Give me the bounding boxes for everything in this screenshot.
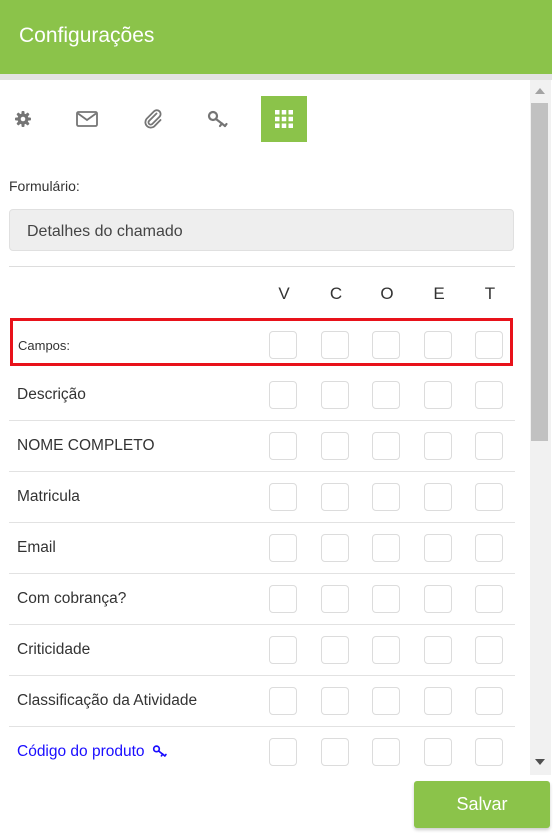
campos-label: Campos: — [18, 338, 71, 353]
divider — [9, 266, 515, 267]
column-header-c: C — [329, 284, 343, 303]
checkbox-campos-t[interactable] — [475, 331, 503, 359]
key-icon — [152, 744, 168, 763]
header: Configurações — [0, 0, 552, 74]
checkbox-o[interactable] — [372, 738, 400, 766]
checkbox-t[interactable] — [475, 687, 503, 715]
checkbox-c[interactable] — [321, 381, 349, 409]
page-title: Configurações — [19, 24, 155, 47]
checkbox-c[interactable] — [321, 738, 349, 766]
checkbox-c[interactable] — [321, 585, 349, 613]
column-header-t: T — [484, 284, 496, 303]
field-label: Criticidade — [17, 641, 91, 658]
field-label-link[interactable]: Código do produto — [17, 743, 168, 763]
envelope-icon — [76, 110, 98, 128]
checkbox-c[interactable] — [321, 687, 349, 715]
form-label: Formulário: — [9, 178, 80, 194]
checkbox-v[interactable] — [269, 636, 297, 664]
checkbox-campos-e[interactable] — [424, 331, 452, 359]
checkbox-v[interactable] — [269, 738, 297, 766]
checkbox-e[interactable] — [424, 432, 452, 460]
gear-icon — [13, 109, 33, 129]
checkbox-v[interactable] — [269, 483, 297, 511]
checkbox-c[interactable] — [321, 432, 349, 460]
checkbox-t[interactable] — [475, 585, 503, 613]
checkbox-o[interactable] — [372, 432, 400, 460]
checkbox-t[interactable] — [475, 738, 503, 766]
checkbox-e[interactable] — [424, 738, 452, 766]
tab-permissions[interactable] — [195, 96, 241, 142]
field-link-text: Código do produto — [17, 743, 145, 760]
checkbox-o[interactable] — [372, 636, 400, 664]
scroll-down-arrow-icon[interactable] — [535, 759, 545, 765]
paperclip-icon — [143, 108, 163, 130]
checkbox-t[interactable] — [475, 636, 503, 664]
checkbox-o[interactable] — [372, 585, 400, 613]
checkbox-t[interactable] — [475, 534, 503, 562]
checkbox-c[interactable] — [321, 636, 349, 664]
checkbox-v[interactable] — [269, 687, 297, 715]
checkbox-e[interactable] — [424, 636, 452, 664]
field-label: NOME COMPLETO — [17, 437, 155, 454]
form-select-value: Detalhes do chamado — [27, 223, 183, 240]
checkbox-c[interactable] — [321, 534, 349, 562]
tab-attachments[interactable] — [130, 96, 176, 142]
field-label: Email — [17, 539, 56, 556]
checkbox-campos-o[interactable] — [372, 331, 400, 359]
scroll-up-arrow-icon[interactable] — [535, 88, 545, 94]
checkbox-campos-c[interactable] — [321, 331, 349, 359]
checkbox-e[interactable] — [424, 381, 452, 409]
checkbox-o[interactable] — [372, 534, 400, 562]
checkbox-e[interactable] — [424, 534, 452, 562]
checkbox-v[interactable] — [269, 585, 297, 613]
field-label: Descrição — [17, 386, 86, 403]
checkbox-o[interactable] — [372, 687, 400, 715]
checkbox-c[interactable] — [321, 483, 349, 511]
field-label: Matricula — [17, 488, 80, 505]
checkbox-t[interactable] — [475, 483, 503, 511]
checkbox-t[interactable] — [475, 432, 503, 460]
field-label: Classificação da Atividade — [17, 692, 198, 709]
save-button[interactable]: Salvar — [414, 781, 550, 828]
checkbox-e[interactable] — [424, 585, 452, 613]
scrollbar-thumb[interactable] — [531, 103, 548, 441]
tab-email[interactable] — [64, 96, 110, 142]
key-icon — [207, 109, 229, 129]
column-header-o: O — [380, 284, 394, 303]
checkbox-e[interactable] — [424, 483, 452, 511]
checkbox-o[interactable] — [372, 483, 400, 511]
column-header-v: V — [278, 284, 290, 303]
checkbox-e[interactable] — [424, 687, 452, 715]
checkbox-campos-v[interactable] — [269, 331, 297, 359]
column-header-e: E — [433, 284, 445, 303]
tab-settings[interactable] — [0, 96, 46, 142]
checkbox-t[interactable] — [475, 381, 503, 409]
settings-panel: Formulário: Detalhes do chamado V C O E … — [0, 80, 530, 775]
form-select[interactable]: Detalhes do chamado — [9, 209, 514, 251]
checkbox-o[interactable] — [372, 381, 400, 409]
checkbox-v[interactable] — [269, 381, 297, 409]
tab-fields[interactable] — [261, 96, 307, 142]
grid-icon — [275, 110, 293, 128]
field-label: Com cobrança? — [17, 590, 127, 607]
checkbox-v[interactable] — [269, 534, 297, 562]
checkbox-v[interactable] — [269, 432, 297, 460]
